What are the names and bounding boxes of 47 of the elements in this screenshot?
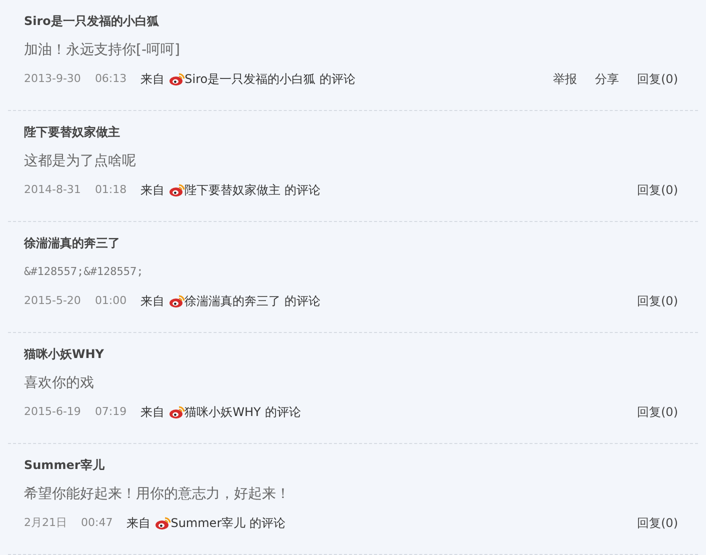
weibo-icon: [154, 516, 171, 530]
author-name[interactable]: Siro是一只发福的小白狐: [24, 12, 682, 30]
source-link[interactable]: Summer宰儿: [170, 514, 246, 532]
author-name[interactable]: 徐湍湍真的奔三了: [24, 234, 682, 252]
comment-text: &#128557;&#128557;: [24, 264, 144, 280]
author-name[interactable]: 陛下要替奴家做主: [24, 123, 682, 141]
source-link[interactable]: 陛下要替奴家做主: [184, 181, 281, 199]
comment-time: 06:13: [94, 71, 127, 87]
comment-text: 希望你能好起来！用你的意志力，好起来！: [24, 484, 290, 504]
action-link[interactable]: 回复(0): [637, 181, 678, 199]
author-name[interactable]: Summer宰儿: [24, 456, 682, 474]
action-link[interactable]: 回复(0): [637, 403, 678, 421]
weibo-icon: [168, 405, 185, 419]
source-link[interactable]: 猫咪小妖WHY: [184, 403, 261, 421]
comment-date: 2015-6-19: [24, 404, 81, 420]
comment-date: 2015-5-20: [24, 293, 81, 309]
weibo-icon: [168, 183, 185, 197]
comment-time: 00:47: [81, 515, 113, 531]
source-suffix: 的评论: [320, 71, 356, 88]
action-link[interactable]: 回复(0): [637, 70, 678, 88]
action-link[interactable]: 分享: [595, 70, 619, 88]
action-link[interactable]: 回复(0): [637, 514, 678, 532]
comment-date: 2月21日: [24, 515, 67, 531]
comment-text: 喜欢你的戏: [24, 374, 94, 392]
comment-time: 01:00: [94, 293, 127, 309]
source-label: 来自: [140, 293, 165, 310]
author-name[interactable]: 猫咪小妖WHY: [24, 345, 682, 363]
weibo-icon: [168, 72, 185, 86]
comment-text: 这都是为了点啥呢: [24, 152, 136, 170]
source-suffix: 的评论: [264, 404, 301, 421]
comment-text: 加油！永远支持你[-呵呵]: [24, 40, 180, 60]
source-suffix: 的评论: [250, 515, 286, 532]
action-link[interactable]: 举报: [553, 70, 577, 88]
source-label: 来自: [140, 404, 165, 421]
comment-time: 07:19: [94, 404, 127, 420]
source-link[interactable]: 徐湍湍真的奔三了: [184, 292, 281, 310]
weibo-icon: [168, 294, 185, 308]
source-label: 来自: [140, 182, 165, 199]
action-link[interactable]: 回复(0): [637, 292, 678, 310]
source-suffix: 的评论: [284, 182, 321, 199]
source-label: 来自: [126, 515, 151, 532]
source-link[interactable]: Siro是一只发福的小白狐: [184, 70, 316, 88]
source-label: 来自: [140, 71, 165, 88]
comment-date: 2013-9-30: [24, 71, 81, 87]
comment-time: 01:18: [94, 182, 127, 198]
source-suffix: 的评论: [284, 293, 321, 310]
comment-date: 2014-8-31: [24, 182, 81, 198]
